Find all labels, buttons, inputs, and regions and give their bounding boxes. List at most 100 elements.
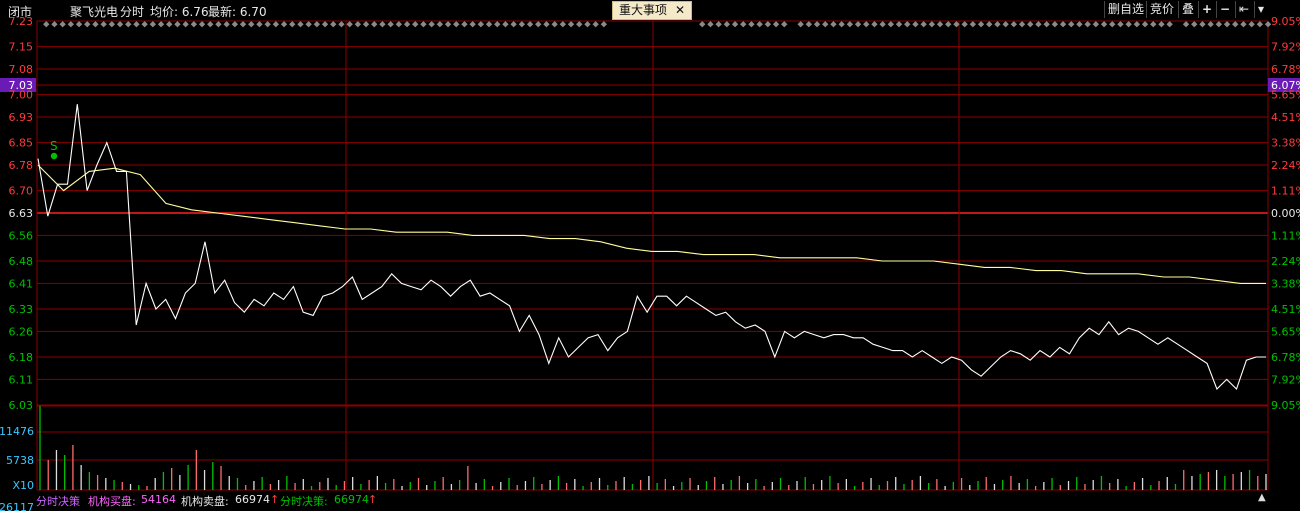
event-marker-icon[interactable] — [887, 21, 895, 28]
event-marker-icon[interactable] — [879, 21, 886, 28]
event-marker-icon[interactable] — [289, 21, 296, 28]
event-marker-icon[interactable] — [453, 21, 460, 28]
event-marker-icon[interactable] — [1002, 21, 1009, 28]
event-marker-icon[interactable] — [1010, 21, 1018, 28]
event-marker-icon[interactable] — [543, 21, 550, 28]
zoom-in-icon[interactable]: + — [1198, 1, 1215, 18]
event-marker-icon[interactable] — [412, 21, 419, 28]
event-marker-icon[interactable] — [1117, 21, 1124, 28]
event-marker-icon[interactable] — [190, 21, 198, 28]
event-marker-icon[interactable] — [1076, 21, 1083, 28]
event-marker-icon[interactable] — [67, 21, 75, 28]
event-marker-icon[interactable] — [248, 21, 255, 28]
event-marker-icon[interactable] — [1125, 21, 1132, 28]
event-marker-icon[interactable] — [994, 21, 1001, 28]
event-marker-icon[interactable] — [362, 21, 370, 28]
event-marker-icon[interactable] — [781, 21, 788, 28]
event-marker-icon[interactable] — [1100, 21, 1108, 28]
event-marker-icon[interactable] — [526, 21, 534, 28]
event-marker-icon[interactable] — [1150, 21, 1157, 28]
event-marker-icon[interactable] — [239, 21, 247, 28]
event-marker-icon[interactable] — [125, 21, 132, 28]
overlay-button[interactable]: 叠 — [1178, 1, 1197, 18]
event-marker-icon[interactable] — [797, 21, 804, 28]
event-marker-icon[interactable] — [1027, 21, 1034, 28]
event-marker-icon[interactable] — [346, 21, 353, 28]
event-marker-icon[interactable] — [272, 21, 280, 28]
event-marker-icon[interactable] — [256, 21, 263, 28]
event-marker-icon[interactable] — [207, 21, 214, 28]
event-marker-icon[interactable] — [945, 21, 952, 28]
event-marker-icon[interactable] — [100, 21, 107, 28]
decision-tab[interactable]: 分时决策 — [36, 493, 80, 509]
event-marker-icon[interactable] — [371, 21, 378, 28]
event-marker-icon[interactable] — [584, 21, 591, 28]
event-marker-icon[interactable] — [813, 21, 821, 28]
event-marker-icon[interactable] — [986, 21, 993, 28]
event-marker-icon[interactable] — [592, 21, 599, 28]
event-marker-icon[interactable] — [313, 21, 321, 28]
event-marker-icon[interactable] — [1166, 21, 1173, 28]
event-marker-icon[interactable] — [198, 21, 206, 28]
event-marker-icon[interactable] — [936, 21, 944, 28]
event-marker-icon[interactable] — [1068, 21, 1075, 28]
event-marker-icon[interactable] — [182, 21, 189, 28]
event-marker-icon[interactable] — [748, 21, 755, 28]
event-marker-icon[interactable] — [838, 21, 845, 28]
event-marker-icon[interactable] — [969, 21, 977, 28]
event-marker-icon[interactable] — [477, 21, 485, 28]
event-marker-icon[interactable] — [1240, 21, 1247, 28]
event-marker-icon[interactable] — [395, 21, 403, 28]
auction-button[interactable]: 竞价 — [1146, 1, 1177, 18]
event-marker-icon[interactable] — [461, 21, 468, 28]
event-marker-icon[interactable] — [904, 21, 911, 28]
event-marker-icon[interactable] — [108, 21, 116, 28]
event-marker-icon[interactable] — [1182, 21, 1190, 28]
event-marker-icon[interactable] — [977, 21, 985, 28]
event-marker-icon[interactable] — [1141, 21, 1149, 28]
event-marker-icon[interactable] — [567, 21, 575, 28]
event-marker-icon[interactable] — [469, 21, 476, 28]
event-marker-icon[interactable] — [912, 21, 919, 28]
event-marker-icon[interactable] — [920, 21, 927, 28]
event-marker-icon[interactable] — [354, 21, 362, 28]
zoom-out-icon[interactable]: − — [1216, 1, 1233, 18]
event-marker-icon[interactable] — [215, 21, 222, 28]
delete-watchlist-button[interactable]: 删自选 — [1104, 1, 1147, 18]
event-marker-icon[interactable] — [1109, 21, 1116, 28]
event-marker-icon[interactable] — [822, 21, 829, 28]
event-marker-icon[interactable] — [379, 21, 386, 28]
event-marker-icon[interactable] — [707, 21, 714, 28]
event-marker-icon[interactable] — [59, 21, 66, 28]
event-marker-icon[interactable] — [166, 21, 173, 28]
event-marker-icon[interactable] — [485, 21, 493, 28]
event-marker-icon[interactable] — [699, 21, 706, 28]
event-marker-icon[interactable] — [338, 21, 345, 28]
event-marker-icon[interactable] — [75, 21, 83, 28]
event-marker-icon[interactable] — [731, 21, 739, 28]
event-marker-icon[interactable] — [321, 21, 329, 28]
event-marker-icon[interactable] — [223, 21, 230, 28]
close-icon[interactable]: ✕ — [675, 3, 685, 17]
event-marker-icon[interactable] — [551, 21, 558, 28]
event-marker-icon[interactable] — [715, 21, 722, 28]
scroll-up-icon[interactable]: ▲ — [1258, 493, 1268, 503]
event-marker-icon[interactable] — [420, 21, 427, 28]
event-marker-icon[interactable] — [576, 21, 583, 28]
event-marker-icon[interactable] — [1232, 21, 1239, 28]
event-marker-icon[interactable] — [772, 21, 780, 28]
event-marker-icon[interactable] — [494, 21, 501, 28]
event-marker-icon[interactable] — [231, 21, 239, 28]
event-marker-icon[interactable] — [871, 21, 878, 28]
event-marker-icon[interactable] — [846, 21, 854, 28]
event-marker-icon[interactable] — [1051, 21, 1059, 28]
event-marker-icon[interactable] — [805, 21, 813, 28]
event-marker-icon[interactable] — [518, 21, 526, 28]
event-marker-icon[interactable] — [1035, 21, 1042, 28]
event-marker-icon[interactable] — [895, 21, 903, 28]
event-marker-icon[interactable] — [928, 21, 936, 28]
event-marker-icon[interactable] — [141, 21, 148, 28]
event-marker-icon[interactable] — [1248, 21, 1255, 28]
more-dropdown-icon[interactable]: ▾ — [1254, 1, 1267, 18]
event-marker-icon[interactable] — [387, 21, 394, 28]
